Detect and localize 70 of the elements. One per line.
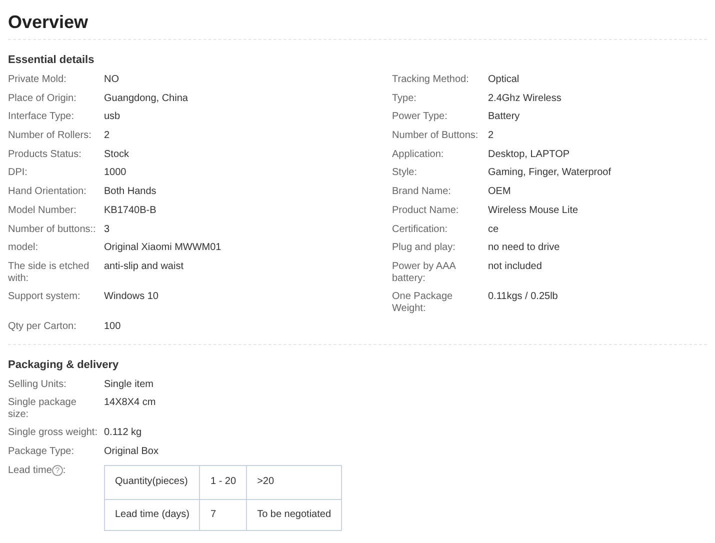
field-value: Stock [104, 148, 130, 162]
field-value: anti-slip and waist [104, 260, 184, 274]
table-cell: Quantity(pieces) [104, 465, 200, 500]
field-value: usb [104, 111, 120, 124]
table-cell: >20 [246, 465, 342, 500]
field-label: Private Mold: [8, 74, 68, 87]
field-label: Certification: [392, 224, 449, 236]
field-label: Hand Orientation: [8, 186, 88, 199]
field-value: 2 [104, 130, 110, 143]
field-label: Brand Name: [392, 186, 452, 199]
field-value: 2 [488, 130, 494, 143]
table-cell: To be negotiated [246, 499, 342, 530]
field-label: Selling Units: [8, 378, 68, 392]
field-value: 1000 [104, 167, 126, 180]
field-label: Model Number: [8, 204, 78, 218]
field-value: KB1740B-B [104, 204, 156, 218]
field-label: Place of Origin: [8, 92, 78, 106]
section-heading: Packaging & delivery [8, 358, 120, 372]
field-label: One Package Weight: [392, 290, 454, 315]
field-label: The side is etched with: [8, 260, 90, 285]
field-value: Guangdong, China [104, 92, 188, 106]
field-value: not included [488, 260, 542, 274]
field-value: Optical [488, 74, 520, 87]
field-label: Single gross weight: [8, 427, 98, 440]
field-label: Product Name: [392, 204, 460, 218]
field-label: Style: [392, 167, 418, 180]
field-value: ce [488, 224, 499, 236]
field-label: model: [8, 242, 40, 255]
field-label: Plug and play: [392, 242, 456, 255]
field-value: 2.4Ghz Wireless [488, 92, 562, 106]
page-title: Overview [8, 0, 707, 40]
field-value: Battery [488, 111, 520, 124]
field-value: Windows 10 [104, 290, 158, 304]
table-cell: 7 [200, 499, 247, 530]
field-label: : [62, 464, 66, 476]
field-label: Number of Buttons: [392, 130, 480, 143]
field-label: Number of Rollers: [8, 130, 92, 143]
field-label: Type: [392, 92, 418, 106]
field-value: Wireless Mouse Lite [488, 204, 578, 218]
field-label: Tracking Method: [392, 74, 470, 87]
field-value: OEM [488, 186, 511, 199]
table-cell: Lead time (days) [104, 499, 200, 530]
field-value: Single item [104, 378, 154, 392]
table-cell: 1 - 20 [200, 465, 247, 500]
field-label: Single package size: [8, 397, 78, 422]
field-label: Application: [392, 148, 445, 162]
field-value: 0.11kgs / 0.25lb [488, 290, 558, 304]
field-value: 100 [104, 320, 121, 334]
field-label: Power by AAA battery: [392, 260, 457, 285]
field-value: Both Hands [104, 186, 156, 199]
section-heading: Essential details [8, 53, 96, 67]
field-label: Support system: [8, 290, 82, 304]
help-icon: ? [52, 465, 63, 476]
field-label: Qty per Carton: [8, 320, 78, 334]
field-value: Desktop, LAPTOP [488, 148, 570, 162]
field-value: no need to drive [488, 242, 560, 255]
field-label: Number of buttons:: [8, 224, 97, 236]
field-label: Lead time [8, 464, 52, 476]
field-value: Original Xiaomi MWWM01 [104, 242, 222, 255]
field-label: Interface Type: [8, 111, 75, 124]
field-label: DPI: [8, 167, 28, 180]
field-label: Products Status: [8, 148, 82, 162]
field-label: Package Type: [8, 446, 75, 459]
field-value: Original Box [104, 446, 158, 459]
field-label: Power Type: [392, 111, 448, 124]
field-value: 3 [104, 224, 110, 236]
field-value: NO [104, 74, 119, 87]
field-value: 14X8X4 cm [104, 397, 156, 410]
field-value: Gaming, Finger, Waterproof [488, 167, 612, 180]
field-value: 0.112 kg [104, 427, 142, 440]
